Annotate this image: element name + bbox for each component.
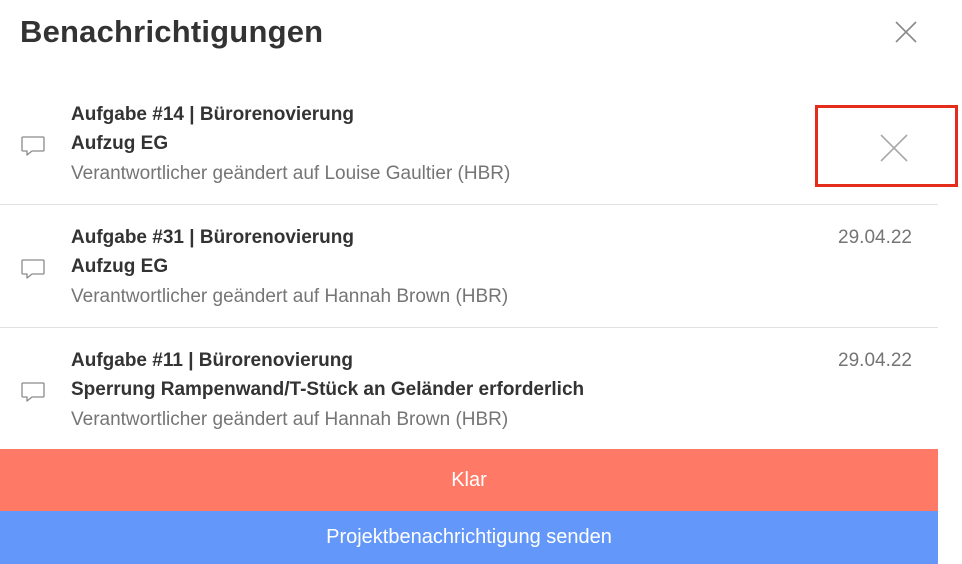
notification-item[interactable]: Aufgabe #14 | Bürorenovierung Aufzug EG … xyxy=(0,82,938,205)
dismiss-notification-icon[interactable] xyxy=(879,133,909,163)
notification-item[interactable]: Aufgabe #31 | Bürorenovierung Aufzug EG … xyxy=(0,205,938,328)
notification-description: Verantwortlicher geändert auf Hannah Bro… xyxy=(71,286,509,307)
notification-list: Aufgabe #14 | Bürorenovierung Aufzug EG … xyxy=(0,82,938,450)
send-project-notification-button[interactable]: Projektbenachrichtigung senden xyxy=(0,511,938,564)
notification-item[interactable]: Aufgabe #11 | Bürorenovierung Sperrung R… xyxy=(0,328,938,450)
clear-button[interactable]: Klar xyxy=(0,449,938,511)
page-title: Benachrichtigungen xyxy=(20,14,324,49)
notification-date: 29.04.22 xyxy=(838,227,912,248)
notification-task: Aufgabe #11 | Bürorenovierung xyxy=(71,350,353,371)
comment-icon xyxy=(21,259,45,279)
comment-icon xyxy=(21,382,45,402)
dialog-header: Benachrichtigungen xyxy=(0,0,962,80)
notification-description: Verantwortlicher geändert auf Louise Gau… xyxy=(71,163,511,184)
notification-subject: Aufzug EG xyxy=(71,133,169,154)
notification-description: Verantwortlicher geändert auf Hannah Bro… xyxy=(71,409,509,430)
notification-task: Aufgabe #31 | Bürorenovierung xyxy=(71,227,354,248)
notification-subject: Aufzug EG xyxy=(71,256,169,277)
close-icon[interactable] xyxy=(894,20,918,44)
notification-subject: Sperrung Rampenwand/T-Stück an Geländer … xyxy=(71,379,585,400)
comment-icon xyxy=(21,136,45,156)
notification-task: Aufgabe #14 | Bürorenovierung xyxy=(71,104,354,125)
notification-date: 29.04.22 xyxy=(838,350,912,371)
